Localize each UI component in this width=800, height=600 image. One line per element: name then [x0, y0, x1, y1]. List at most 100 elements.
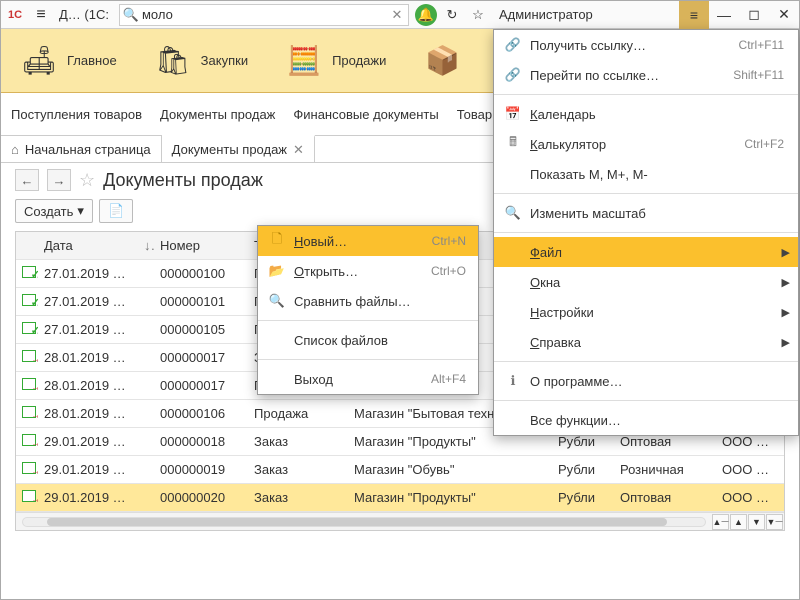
- submenu-exit[interactable]: ВыходAlt+F4: [258, 364, 478, 394]
- create-button[interactable]: Создать▾: [15, 199, 93, 223]
- nav-main-label: Главное: [67, 53, 117, 68]
- submenu-new[interactable]: 🗋Новый…Ctrl+N: [258, 226, 478, 256]
- cell-price: Оптовая: [614, 434, 716, 449]
- cell-number: 000000105: [154, 322, 248, 337]
- chevron-right-icon: ▶: [782, 336, 790, 349]
- cell-currency: Рубли: [552, 434, 614, 449]
- nav-sales-label: Продажи: [332, 53, 386, 68]
- cash-register-icon: 🧮: [284, 41, 324, 81]
- submenu-compare[interactable]: 🔍Сравнить файлы…: [258, 286, 478, 316]
- history-button[interactable]: ↻: [439, 2, 465, 28]
- scroll-down-button[interactable]: ▼: [748, 514, 765, 530]
- menu-windows[interactable]: Окна▶: [494, 267, 798, 297]
- cell-price: Розничная: [614, 462, 716, 477]
- table-row[interactable]: 29.01.2019 … 000000020 Заказ Магазин "Пр…: [16, 484, 784, 512]
- menu-show-m[interactable]: Показать M, M+, M-: [494, 159, 798, 189]
- cell-currency: Рубли: [552, 462, 614, 477]
- nav-purchases[interactable]: 🛍Закупки: [135, 29, 266, 93]
- menu-zoom[interactable]: 🔍Изменить масштаб: [494, 198, 798, 228]
- minimize-button[interactable]: —: [709, 1, 739, 29]
- menu-about[interactable]: ℹО программе…: [494, 366, 798, 396]
- doc-status-icon: [22, 294, 36, 306]
- cell-date: 29.01.2019 …: [38, 462, 138, 477]
- nav-box[interactable]: 📦: [404, 29, 488, 93]
- cell-number: 000000018: [154, 434, 248, 449]
- create-button-label: Создать: [24, 204, 73, 219]
- cell-price: Оптовая: [614, 490, 716, 505]
- scroll-top-button[interactable]: ▲—: [712, 514, 729, 530]
- menu-get-link[interactable]: 🔗Получить ссылку…Ctrl+F11: [494, 30, 798, 60]
- cell-type: Заказ: [248, 434, 348, 449]
- col-date[interactable]: Дата: [38, 238, 138, 253]
- back-button[interactable]: ←: [15, 169, 39, 191]
- horizontal-scrollbar[interactable]: ▲— ▲ ▼ ▼—: [16, 512, 784, 530]
- titlebar: 1C ≡ Д… (1С: 🔍 ✕ 🔔 ↻ ☆ Администратор ≡ —…: [1, 1, 799, 29]
- subnav-sales-docs[interactable]: Документы продаж: [160, 107, 275, 122]
- link-icon: 🔗: [504, 37, 522, 53]
- cell-date: 28.01.2019 …: [38, 378, 138, 393]
- search-icon: 🔍: [120, 7, 142, 23]
- nav-main[interactable]: 🛋Главное: [1, 29, 135, 93]
- bag-icon: 🛍: [153, 41, 193, 81]
- doc-status-icon: [22, 406, 36, 418]
- menu-calculator[interactable]: 🖩КалькуляторCtrl+F2: [494, 129, 798, 159]
- main-menu: 🔗Получить ссылку…Ctrl+F11 🔗Перейти по сс…: [493, 29, 799, 436]
- submenu-open[interactable]: 📂Открыть…Ctrl+O: [258, 256, 478, 286]
- scroll-bottom-button[interactable]: ▼—: [766, 514, 783, 530]
- open-folder-icon: 📂: [268, 263, 286, 279]
- favorites-button[interactable]: ☆: [465, 2, 491, 28]
- doc-status-icon: [22, 490, 36, 502]
- subnav-fin-docs[interactable]: Финансовые документы: [293, 107, 438, 122]
- cell-date: 28.01.2019 …: [38, 406, 138, 421]
- home-icon: ⌂: [11, 142, 19, 157]
- doc-status-icon: [22, 322, 36, 334]
- cell-date: 29.01.2019 …: [38, 434, 138, 449]
- cell-org: ООО "Т…: [716, 490, 776, 505]
- close-icon[interactable]: ✕: [293, 142, 304, 158]
- scroll-up-button[interactable]: ▲: [730, 514, 747, 530]
- doc-status-icon: [22, 350, 36, 362]
- info-icon: ℹ: [504, 373, 522, 389]
- cell-type: Заказ: [248, 462, 348, 477]
- main-menu-button[interactable]: ≡: [679, 1, 709, 29]
- maximize-button[interactable]: ◻: [739, 1, 769, 29]
- doc-status-icon: [22, 378, 36, 390]
- menu-settings[interactable]: Настройки▶: [494, 297, 798, 327]
- cell-number: 000000017: [154, 350, 248, 365]
- close-button[interactable]: ✕: [769, 1, 799, 29]
- link-go-icon: 🔗: [504, 67, 522, 83]
- notifications-button[interactable]: 🔔: [413, 2, 439, 28]
- nav-sales[interactable]: 🧮 Продажи: [266, 29, 404, 93]
- chevron-right-icon: ▶: [782, 246, 790, 259]
- cell-number: 000000106: [154, 406, 248, 421]
- forward-button[interactable]: →: [47, 169, 71, 191]
- doc-status-icon: [22, 434, 36, 446]
- cell-date: 28.01.2019 …: [38, 350, 138, 365]
- cell-org: ООО "Т…: [716, 462, 776, 477]
- search-input[interactable]: [142, 7, 386, 22]
- menu-go-link[interactable]: 🔗Перейти по ссылке…Shift+F11: [494, 60, 798, 90]
- tab-sales-docs[interactable]: Документы продаж ✕: [162, 135, 315, 162]
- copy-button[interactable]: 📄: [99, 199, 133, 223]
- submenu-filelist: Список файлов: [258, 325, 478, 355]
- tab-sales-docs-label: Документы продаж: [172, 142, 287, 157]
- subnav-receipts[interactable]: Поступления товаров: [11, 107, 142, 122]
- star-icon[interactable]: ☆: [79, 170, 95, 191]
- tab-home[interactable]: ⌂ Начальная страница: [1, 136, 162, 162]
- col-number[interactable]: Номер: [154, 238, 248, 253]
- table-row[interactable]: 29.01.2019 … 000000019 Заказ Магазин "Об…: [16, 456, 784, 484]
- tab-home-label: Начальная страница: [25, 142, 151, 157]
- search-box[interactable]: 🔍 ✕: [119, 4, 409, 26]
- menu-all-functions[interactable]: Все функции…: [494, 405, 798, 435]
- menu-help[interactable]: Справка▶: [494, 327, 798, 357]
- sort-icon[interactable]: ↓: [138, 238, 154, 253]
- cell-type: Заказ: [248, 490, 348, 505]
- doc-status-icon: [22, 462, 36, 474]
- menu-calendar[interactable]: 📅Календарь: [494, 99, 798, 129]
- menu-icon[interactable]: ≡: [29, 6, 53, 24]
- clear-icon[interactable]: ✕: [386, 7, 408, 23]
- menu-file[interactable]: Файл▶: [494, 237, 798, 267]
- cell-number: 000000100: [154, 266, 248, 281]
- cell-currency: Рубли: [552, 490, 614, 505]
- user-label[interactable]: Администратор: [491, 7, 601, 22]
